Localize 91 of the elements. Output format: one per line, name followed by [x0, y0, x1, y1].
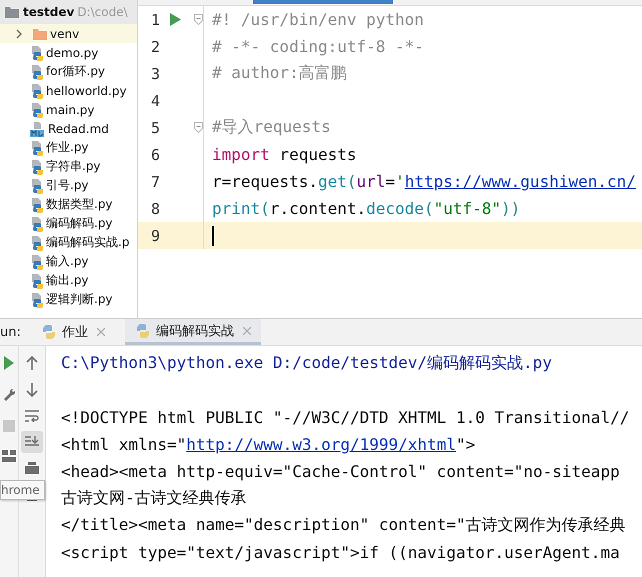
line-number: 2 [150, 38, 161, 56]
scroll-to-end-icon [25, 436, 39, 448]
python-file-icon [30, 234, 44, 250]
code-comment: # author:高富鹏 [212, 63, 347, 84]
line-number: 4 [150, 92, 161, 110]
line-number: 1 [150, 10, 161, 28]
file-tree-item[interactable]: main.py [0, 100, 137, 119]
file-tree-item[interactable]: 编码解码.py [0, 214, 137, 233]
folder-icon [32, 26, 48, 40]
code-text: = [385, 172, 396, 191]
rerun-icon[interactable] [4, 356, 14, 370]
markdown-file-icon [30, 120, 46, 136]
code-keyword: import [212, 145, 270, 164]
code-text: r=requests. [212, 172, 318, 191]
console-link[interactable]: http://www.w3.org/1999/xhtml [186, 435, 456, 454]
fold-icon[interactable] [194, 122, 203, 133]
up-arrow-icon[interactable] [26, 356, 38, 370]
line-number: 9 [150, 226, 161, 244]
file-tree-item[interactable]: demo.py [0, 43, 137, 62]
layout-icon[interactable] [2, 450, 16, 462]
line-number: 6 [150, 146, 161, 164]
file-tree-item[interactable]: helloworld.py [0, 81, 137, 100]
fold-icon[interactable] [194, 14, 203, 25]
file-tree-item[interactable]: 输入.py [0, 252, 137, 271]
line-number: 7 [150, 172, 161, 190]
wrench-icon[interactable] [3, 388, 15, 402]
file-tree-item[interactable]: 逻辑判断.py [0, 290, 137, 309]
python-file-icon [30, 140, 44, 156]
file-tree-item[interactable]: 作业.py [0, 138, 137, 157]
run-tab[interactable]: 编码解码实战 [124, 319, 261, 345]
soft-wrap-icon[interactable] [25, 410, 39, 422]
down-arrow-icon[interactable] [26, 383, 38, 397]
console-text: 古诗文网-古诗文经典传承 [61, 488, 247, 509]
code-paren: )) [501, 199, 520, 218]
python-file-icon [30, 196, 44, 212]
python-file-icon [30, 178, 44, 194]
python-file-icon [30, 82, 44, 98]
python-file-icon [30, 292, 44, 308]
console-text: </title><meta name="description" content="古诗文网作为传承经典 [61, 515, 626, 536]
python-icon [40, 324, 57, 340]
code-string: ' [395, 172, 405, 191]
code-paren: ( [424, 199, 434, 218]
python-file-icon [30, 272, 44, 288]
console-text: <script type="text/javascript">if ((navigator.userAgent.ma [61, 543, 620, 562]
code-string: "utf-8" [434, 199, 502, 218]
code-param: url [356, 172, 386, 191]
tooltip: hrome [0, 480, 45, 500]
close-icon[interactable] [96, 328, 105, 336]
python-file-icon [30, 44, 44, 60]
file-tree-item[interactable]: 数据类型.py [0, 195, 137, 214]
project-name[interactable]: testdev [23, 5, 74, 19]
file-tree-item[interactable]: 编码解码实战.p [0, 233, 137, 252]
code-comment: #导入requests [212, 117, 331, 138]
code-function: get [318, 172, 347, 191]
folder-icon [4, 5, 20, 19]
run-icon[interactable] [170, 13, 180, 26]
code-paren: ( [260, 199, 270, 218]
text-cursor [212, 226, 214, 246]
python-file-icon [30, 102, 44, 118]
line-number: 5 [150, 118, 161, 136]
file-tree-item[interactable]: Redad.md [0, 119, 137, 138]
scroll-to-end-button[interactable] [21, 431, 43, 453]
code-function: decode [366, 199, 424, 218]
code-comment: #! /usr/bin/env python [212, 10, 424, 29]
run-tab[interactable]: 作业 [30, 319, 115, 345]
python-file-icon [30, 216, 44, 232]
python-file-icon [30, 254, 44, 270]
line-number: 8 [150, 200, 161, 218]
file-tree-item[interactable]: 字符串.py [0, 157, 137, 176]
project-path: D:\code\ [77, 5, 128, 19]
line-number: 3 [150, 64, 161, 82]
python-file-icon [30, 64, 44, 80]
console-text: <!DOCTYPE html PUBLIC "-//W3C//DTD XHTML 1.0 Transitional// [61, 408, 630, 427]
console-command: C:\Python3\python.exe D:/code/testdev/编码解码实战.py [61, 353, 552, 374]
file-tree-item[interactable]: venv [0, 24, 137, 43]
python-icon [134, 322, 151, 338]
code-text: requests [278, 145, 356, 164]
code-text: r.content. [270, 199, 366, 218]
console-text: <html xmlns=" [61, 435, 186, 454]
code-builtin: print [212, 199, 260, 218]
python-file-icon [30, 158, 44, 174]
chevron-icon[interactable] [14, 28, 24, 38]
code-comment: # -*- coding:utf-8 -*- [212, 37, 424, 56]
console-text: <head><meta http-equiv="Cache-Control" content="no-siteapp [61, 462, 620, 481]
file-tree-item[interactable]: 引号.py [0, 176, 137, 195]
file-tree-item[interactable]: for循环.py [0, 62, 137, 81]
console-text: "> [456, 435, 476, 454]
run-label: un: [0, 324, 21, 340]
file-tree-item[interactable]: 输出.py [0, 271, 137, 290]
code-paren: ( [346, 172, 357, 191]
print-icon[interactable] [25, 462, 39, 474]
